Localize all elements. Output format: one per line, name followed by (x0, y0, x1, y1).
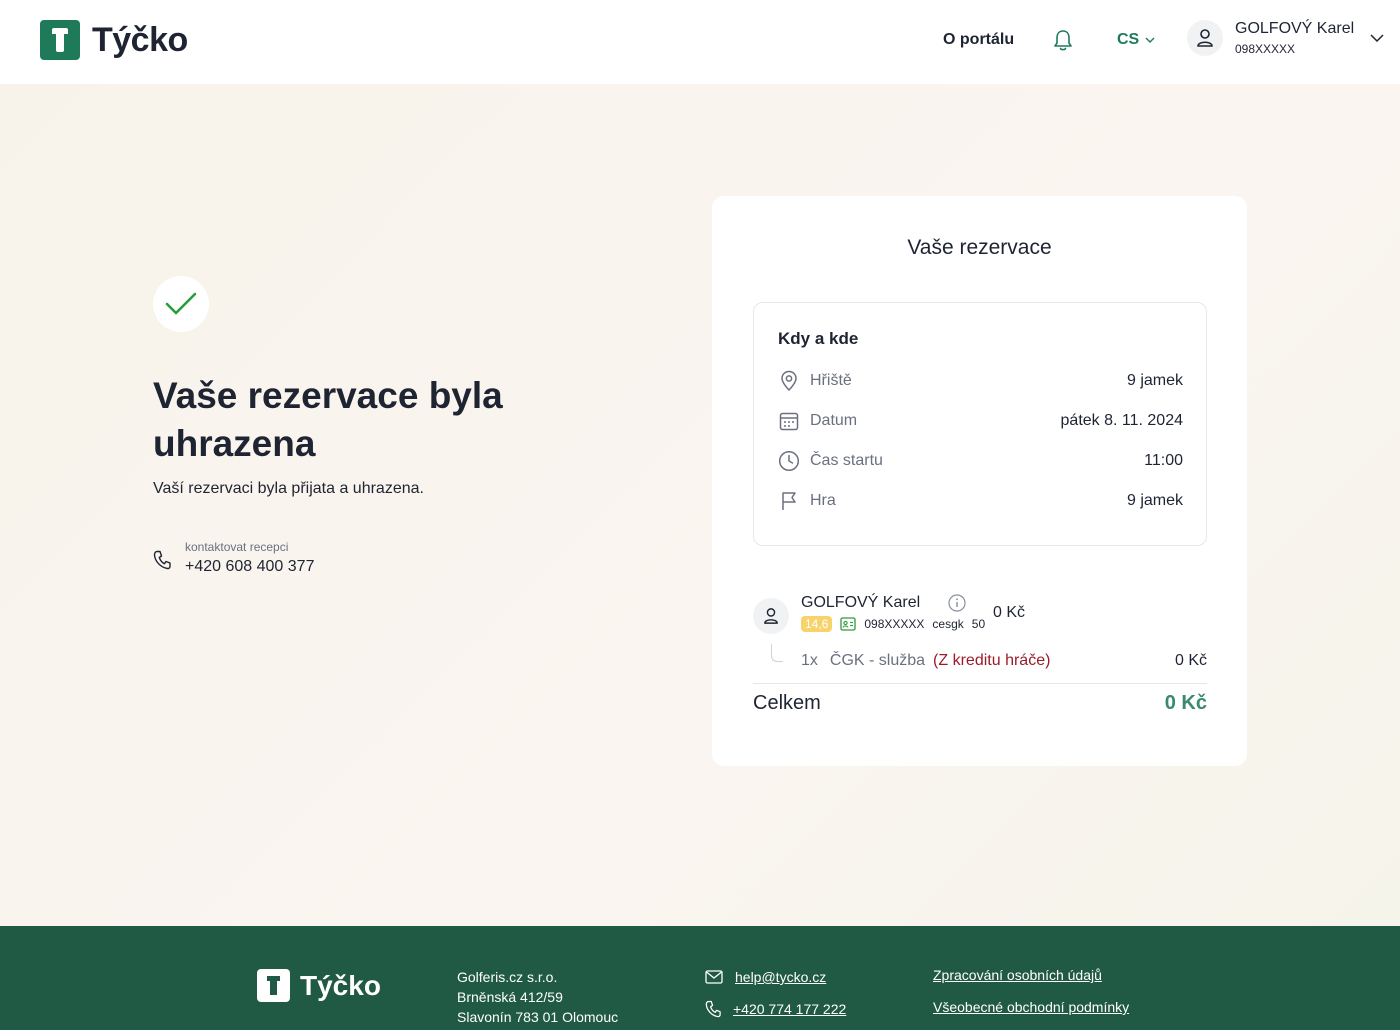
bell-icon[interactable] (1052, 28, 1074, 52)
company-city: Slavonín 783 01 Olomouc (457, 1009, 619, 1025)
footer-email-link[interactable]: help@tycko.cz (735, 969, 826, 985)
total-value: 0 Kč (1164, 692, 1207, 714)
divider (753, 683, 1207, 684)
player-meta: 14,6 098XXXXX cesgk 50 (801, 616, 985, 632)
logo[interactable]: Týčko (40, 20, 188, 60)
when-where-box: Kdy a kde Hřiště 9 jamek Datum pátek 8. … (753, 302, 1207, 546)
member-id: 098XXXXX (864, 617, 925, 631)
footer-phone-link[interactable]: +420 774 177 222 (733, 1001, 846, 1017)
contact-label: kontaktovat recepci (185, 540, 289, 554)
logo-mark-icon (40, 20, 80, 60)
footer-logo[interactable]: Týčko (257, 969, 381, 1002)
player-price: 0 Kč (993, 604, 1026, 621)
club-number: 50 (971, 617, 986, 631)
clock-icon (778, 450, 800, 472)
detail-value: 11:00 (1144, 452, 1183, 469)
footer: Týčko Golferis.cz s.r.o. Brněnská 412/59… (0, 926, 1400, 1030)
detail-value: pátek 8. 11. 2024 (1060, 412, 1183, 429)
location-pin-icon (778, 370, 800, 392)
mail-icon (705, 970, 723, 984)
success-check-icon (153, 276, 209, 332)
privacy-link[interactable]: Zpracování osobních údajů (933, 967, 1102, 983)
flag-icon (778, 490, 800, 512)
detail-label: Hřiště (810, 372, 852, 389)
when-where-title: Kdy a kde (778, 329, 859, 348)
member-card-icon (840, 617, 857, 631)
service-price: 0 Kč (1174, 652, 1207, 669)
language-selector[interactable]: CS (1117, 31, 1155, 49)
logo-mark-icon (257, 969, 290, 1002)
club-code: cesgk (932, 617, 964, 631)
company-name: Golferis.cz s.r.o. (457, 969, 558, 985)
detail-label: Datum (810, 412, 858, 429)
contact-phone[interactable]: +420 608 400 377 (185, 558, 314, 576)
footer-links: Zpracování osobních údajů Všeobecné obch… (933, 967, 1129, 1030)
service-row: 1x ČGK - služba (Z kreditu hráče) 0 Kč (801, 652, 1207, 670)
detail-value: 9 jamek (1126, 492, 1183, 509)
service-name: ČGK - služba (829, 652, 926, 669)
company-street: Brněnská 412/59 (457, 989, 563, 1005)
top-header: Týčko O portálu CS GOLFOVÝ Karel 098XXXX… (0, 0, 1400, 84)
detail-row-start-time: Čas startu 11:00 (778, 449, 1183, 473)
detail-row-date: Datum pátek 8. 11. 2024 (778, 409, 1183, 433)
language-label: CS (1117, 31, 1140, 48)
user-icon (1187, 20, 1223, 56)
phone-icon (705, 1000, 721, 1018)
service-credit-note: (Z kreditu hráče) (933, 652, 1051, 669)
info-icon[interactable] (948, 594, 966, 617)
logo-text: Týčko (92, 20, 188, 59)
user-menu[interactable]: GOLFOVÝ Karel 098XXXXX (1187, 20, 1354, 56)
terms-link[interactable]: Všeobecné obchodní podmínky (933, 999, 1129, 1015)
service-qty: 1x (801, 652, 818, 669)
detail-row-course: Hřiště 9 jamek (778, 369, 1183, 393)
calendar-icon (778, 410, 800, 432)
detail-row-game: Hra 9 jamek (778, 489, 1183, 513)
detail-label: Hra (810, 492, 836, 509)
user-id: 098XXXXX (1235, 42, 1296, 56)
footer-logo-text: Týčko (300, 969, 381, 1001)
detail-value: 9 jamek (1126, 372, 1183, 389)
chevron-down-icon[interactable] (1370, 34, 1384, 42)
main-content: Vaše rezervace byla uhrazena Vaší rezerv… (0, 84, 1400, 926)
page-subtitle: Vaší rezervaci byla přijata a uhrazena. (153, 480, 424, 497)
detail-label: Čas startu (810, 452, 883, 469)
page-title: Vaše rezervace byla uhrazena (153, 375, 503, 464)
reservation-card: Vaše rezervace Kdy a kde Hřiště 9 jamek … (712, 196, 1247, 766)
handicap-badge: 14,6 (801, 616, 833, 632)
user-icon (753, 598, 789, 634)
footer-contact: help@tycko.cz +420 774 177 222 (705, 967, 846, 1030)
player-name: GOLFOVÝ Karel (801, 594, 921, 611)
user-name: GOLFOVÝ Karel (1235, 20, 1355, 37)
tree-connector (771, 644, 783, 662)
phone-icon (153, 550, 171, 570)
footer-address: Golferis.cz s.r.o. Brněnská 412/59 Slavo… (457, 967, 618, 1027)
reception-contact[interactable]: kontaktovat recepci +420 608 400 377 (153, 540, 314, 576)
chevron-down-icon (1145, 37, 1155, 43)
card-title: Vaše rezervace (907, 236, 1052, 259)
nav-about-portal[interactable]: O portálu (943, 31, 1014, 49)
